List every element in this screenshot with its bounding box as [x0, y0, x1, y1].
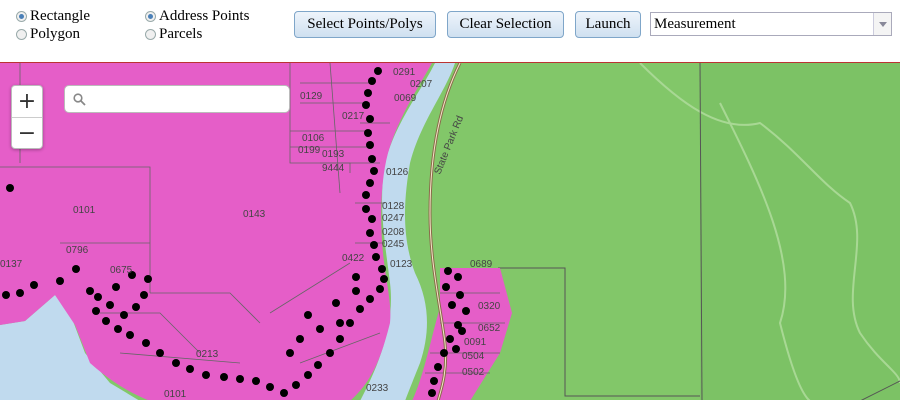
map-search-input[interactable] — [91, 89, 285, 111]
radio-parcels-indicator[interactable] — [145, 28, 156, 40]
parcel-label: 0233 — [366, 383, 389, 394]
parcel-label: 0652 — [478, 323, 501, 334]
parcel-label: 0193 — [322, 149, 345, 160]
parcel-label: 0069 — [394, 93, 417, 104]
radio-rectangle[interactable]: Rectangle — [16, 7, 90, 25]
zoom-control: + − — [11, 85, 43, 149]
parcel-label: 0217 — [342, 111, 365, 122]
radio-rectangle-indicator[interactable] — [16, 10, 27, 22]
parcel-label: 0199 — [298, 145, 321, 156]
parcel-label: 0291 — [393, 67, 416, 78]
parcel-label: 0128 — [382, 201, 405, 212]
tool-select[interactable]: Measurement — [650, 12, 892, 36]
toolbar: Rectangle Polygon Address Points Parcels… — [0, 0, 900, 62]
radio-address-points[interactable]: Address Points — [145, 7, 249, 25]
parcel-label: 0101 — [73, 205, 96, 216]
parcel-label: 0123 — [390, 259, 413, 270]
parcel-label: 0247 — [382, 213, 405, 224]
parcel-label: 0675 — [110, 265, 133, 276]
parcel-label: 0208 — [382, 227, 405, 238]
zoom-in-button[interactable]: + — [12, 86, 42, 118]
parcel-label: 9444 — [322, 163, 345, 174]
parcel-label: 0106 — [302, 133, 325, 144]
radio-polygon[interactable]: Polygon — [16, 25, 80, 43]
radio-rectangle-label: Rectangle — [30, 7, 90, 24]
radio-parcels[interactable]: Parcels — [145, 25, 202, 43]
map-search-box[interactable] — [64, 85, 290, 113]
parcel-label: 0207 — [410, 79, 433, 90]
parcel-label: 0689 — [470, 259, 493, 270]
tool-select-value: Measurement — [654, 15, 736, 32]
launch-button[interactable]: Launch — [575, 11, 641, 38]
parcel-label: 0796 — [66, 245, 89, 256]
parcel-label: 0245 — [382, 239, 405, 250]
clear-selection-button[interactable]: Clear Selection — [447, 11, 564, 38]
select-points-button[interactable]: Select Points/Polys — [294, 11, 436, 38]
parcel-label: 0422 — [342, 253, 365, 264]
radio-address-points-indicator[interactable] — [145, 10, 156, 22]
parcel-label: 0101 — [164, 389, 187, 400]
parcel-label: 0129 — [300, 91, 323, 102]
search-icon — [73, 93, 86, 106]
map-canvas[interactable]: State Park Rd 0129 0291 0207 0069 0217 0… — [0, 63, 900, 400]
parcel-label: 0502 — [462, 367, 485, 378]
parcel-label: 0137 — [0, 259, 23, 270]
radio-polygon-indicator[interactable] — [16, 28, 27, 40]
radio-parcels-label: Parcels — [159, 25, 203, 42]
radio-address-points-label: Address Points — [159, 7, 250, 24]
radio-polygon-label: Polygon — [30, 25, 81, 42]
map-view[interactable]: State Park Rd 0129 0291 0207 0069 0217 0… — [0, 62, 900, 400]
parcel-label: 0504 — [462, 351, 485, 362]
zoom-out-button[interactable]: − — [12, 118, 42, 149]
parcel-label: 0091 — [464, 337, 487, 348]
chevron-down-icon[interactable] — [873, 13, 891, 35]
forest-area — [700, 63, 900, 400]
parcel-label: 0213 — [196, 349, 219, 360]
parcel-label: 0126 — [386, 167, 409, 178]
parcel-label: 0320 — [478, 301, 501, 312]
parcel-label: 0143 — [243, 209, 266, 220]
